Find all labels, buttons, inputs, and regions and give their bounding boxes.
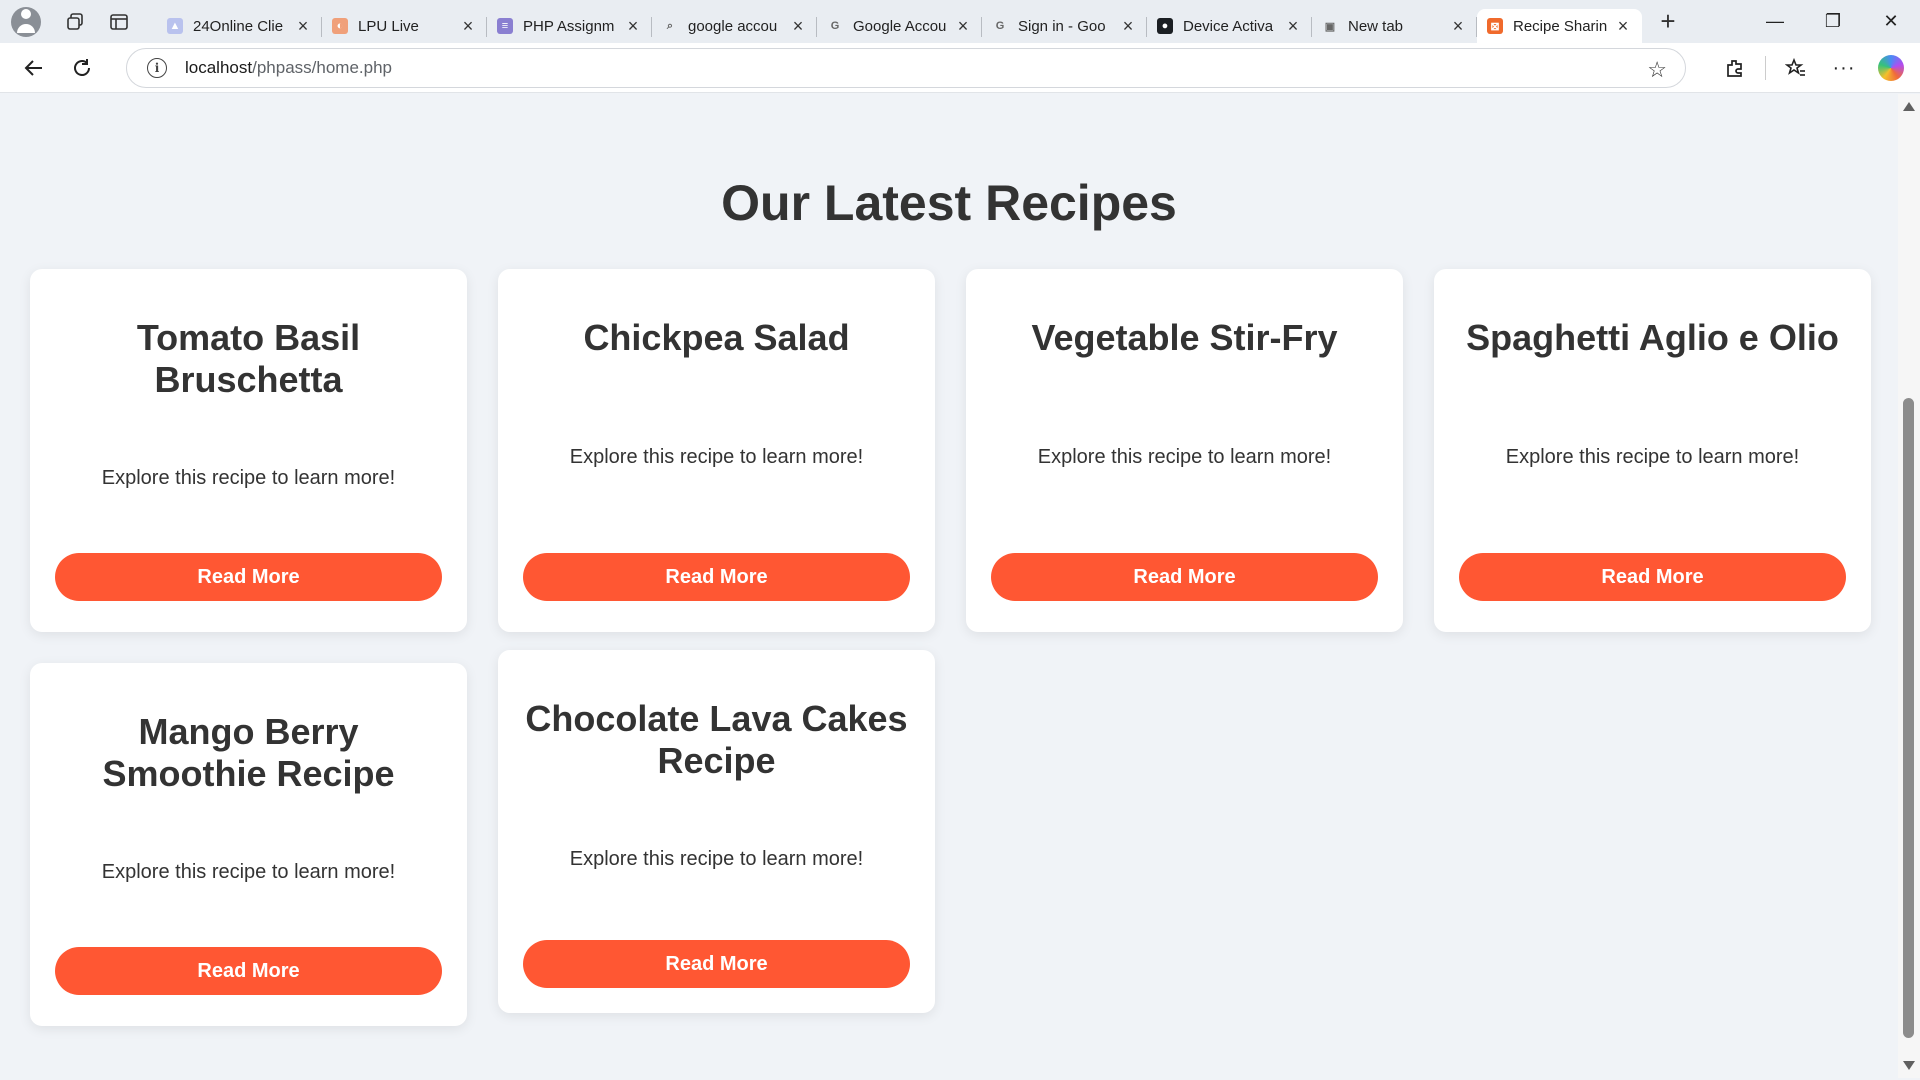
recipe-title: Spaghetti Aglio e Olio [1466, 317, 1839, 358]
recipe-card: Chocolate Lava Cakes Recipe Explore this… [498, 650, 935, 1013]
new-tab-button[interactable]: + [1646, 6, 1690, 37]
tab-favicon-icon: ⊠ [1487, 18, 1503, 34]
tab-favicon-icon: ≡ [497, 18, 513, 34]
browser-toolbar: i localhost/phpass/home.php ☆ ··· [0, 43, 1920, 93]
back-icon[interactable] [10, 48, 58, 88]
copilot-icon[interactable] [1878, 55, 1904, 81]
tab-close-icon[interactable]: × [294, 16, 312, 37]
vertical-scrollbar[interactable] [1898, 94, 1920, 1078]
browser-tab[interactable]: ▲ 24Online Clie × [157, 9, 322, 43]
recipe-card: Spaghetti Aglio e Olio Explore this reci… [1434, 269, 1871, 632]
tab-title: google accou [688, 17, 778, 35]
close-window-icon[interactable]: ✕ [1862, 0, 1920, 43]
tab-favicon-icon: ▣ [1322, 18, 1338, 34]
workspaces-icon[interactable] [53, 0, 97, 43]
tab-close-icon[interactable]: × [459, 16, 477, 37]
recipe-description: Explore this recipe to learn more! [101, 467, 396, 489]
tab-favicon-icon: G [992, 18, 1008, 34]
site-info-icon[interactable]: i [147, 58, 167, 78]
reload-icon[interactable] [58, 48, 106, 88]
browser-tab[interactable]: ▣ New tab × [1312, 9, 1477, 43]
favorites-icon[interactable] [1772, 48, 1820, 88]
tab-favicon-icon: ▲ [167, 18, 183, 34]
tab-close-icon[interactable]: × [789, 16, 807, 37]
tab-title: Google Accou [853, 17, 947, 35]
recipe-card: Mango Berry Smoothie Recipe Explore this… [30, 663, 467, 1026]
favorite-star-icon[interactable]: ☆ [1647, 57, 1667, 83]
tab-title: Recipe Sharin [1513, 17, 1608, 35]
restore-icon[interactable]: ❐ [1804, 0, 1862, 43]
read-more-button[interactable]: Read More [1459, 553, 1846, 601]
browser-tab[interactable]: G Sign in - Goo × [982, 9, 1147, 43]
browser-tab[interactable]: ⊠ Recipe Sharin × [1477, 9, 1642, 43]
tab-title: Sign in - Goo [1018, 17, 1106, 35]
tab-close-icon[interactable]: × [1284, 16, 1302, 37]
recipe-description: Explore this recipe to learn more! [569, 446, 864, 468]
scroll-down-arrow-icon[interactable] [1903, 1061, 1915, 1070]
recipe-card: Chickpea Salad Explore this recipe to le… [498, 269, 935, 632]
read-more-button[interactable]: Read More [523, 553, 910, 601]
read-more-button[interactable]: Read More [55, 553, 442, 601]
recipe-card: Tomato Basil Bruschetta Explore this rec… [30, 269, 467, 632]
recipe-title: Tomato Basil Bruschetta [136, 317, 361, 400]
scroll-thumb[interactable] [1903, 398, 1914, 1038]
tab-close-icon[interactable]: × [1449, 16, 1467, 37]
recipe-title: Chocolate Lava Cakes Recipe [525, 698, 908, 781]
tab-close-icon[interactable]: × [624, 16, 642, 37]
read-more-button[interactable]: Read More [991, 553, 1378, 601]
tab-close-icon[interactable]: × [1119, 16, 1137, 37]
address-bar[interactable]: i localhost/phpass/home.php ☆ [126, 48, 1686, 88]
extensions-icon[interactable] [1711, 48, 1759, 88]
minimize-icon[interactable]: — [1746, 0, 1804, 43]
recipe-description: Explore this recipe to learn more! [569, 848, 864, 870]
tab-actions-icon[interactable] [97, 0, 141, 43]
browser-tab[interactable]: G Google Accou × [817, 9, 982, 43]
recipe-description: Explore this recipe to learn more! [1037, 446, 1332, 468]
browser-tab[interactable]: ● Device Activa × [1147, 9, 1312, 43]
recipe-card: Vegetable Stir-Fry Explore this recipe t… [966, 269, 1403, 632]
recipe-description: Explore this recipe to learn more! [101, 861, 396, 883]
recipe-description: Explore this recipe to learn more! [1505, 446, 1800, 468]
recipe-title: Mango Berry Smoothie Recipe [102, 711, 395, 794]
tab-title: Device Activa [1183, 17, 1274, 35]
tab-favicon-icon: G [827, 18, 843, 34]
page-content: Our Latest Recipes Tomato Basil Bruschet… [0, 94, 1898, 1078]
tab-close-icon[interactable]: × [954, 16, 972, 37]
toolbar-divider [1765, 56, 1766, 80]
recipe-title: Chickpea Salad [583, 317, 850, 358]
browser-tab[interactable]: ⌕ google accou × [652, 9, 817, 43]
recipe-title: Vegetable Stir-Fry [1031, 317, 1338, 358]
tab-favicon-icon: ⌕ [662, 18, 678, 34]
browser-tab[interactable]: ◐ LPU Live × [322, 9, 487, 43]
browser-tab[interactable]: ≡ PHP Assignm × [487, 9, 652, 43]
tab-strip: ▲ 24Online Clie × ◐ LPU Live × ≡ PHP Assignm × ⌕ g… [0, 0, 1920, 43]
tab-title: PHP Assignm [523, 17, 615, 35]
read-more-button[interactable]: Read More [55, 947, 442, 995]
profile-icon[interactable] [11, 6, 41, 37]
url-text: localhost/phpass/home.php [185, 58, 392, 77]
read-more-button[interactable]: Read More [523, 940, 910, 988]
tab-title: New tab [1348, 17, 1404, 35]
tab-favicon-icon: ● [1157, 18, 1173, 34]
tab-title: 24Online Clie [193, 17, 284, 35]
page-title: Our Latest Recipes [721, 175, 1177, 231]
more-menu-icon[interactable]: ··· [1820, 48, 1868, 88]
tab-favicon-icon: ◐ [332, 18, 348, 34]
scroll-up-arrow-icon[interactable] [1903, 102, 1915, 111]
tab-title: LPU Live [358, 17, 419, 35]
tab-close-icon[interactable]: × [1614, 16, 1632, 37]
